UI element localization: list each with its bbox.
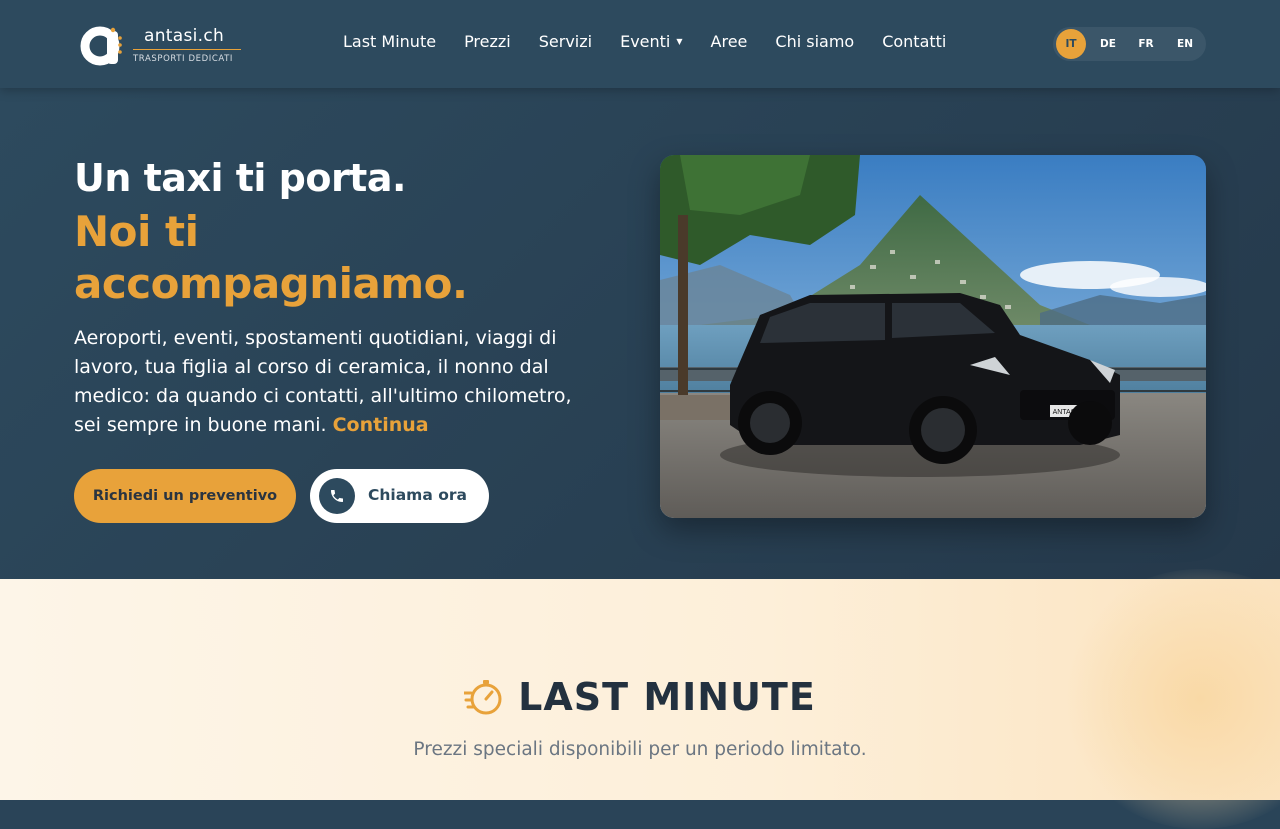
language-switcher: IT DE FR EN xyxy=(1053,27,1206,61)
nav-item-servizi[interactable]: Servizi xyxy=(539,30,592,52)
brand-logo[interactable]: antasi.ch TRASPORTI DEDICATI xyxy=(80,22,250,68)
request-quote-button[interactable]: Richiedi un preventivo xyxy=(74,469,296,523)
site-header: antasi.ch TRASPORTI DEDICATI Last Minute… xyxy=(0,0,1280,88)
continue-link[interactable]: Continua xyxy=(333,414,429,436)
nav-item-last-minute[interactable]: Last Minute xyxy=(343,30,436,52)
brand-tagline: TRASPORTI DEDICATI xyxy=(133,54,234,64)
last-minute-subtitle: Prezzi speciali disponibili per un perio… xyxy=(413,739,867,760)
lang-button-it[interactable]: IT xyxy=(1056,29,1086,59)
caret-down-icon: ▼ xyxy=(676,36,683,46)
hero-title: Un taxi ti porta. xyxy=(74,156,406,200)
phone-icon xyxy=(319,478,355,514)
nav-item-chi-siamo[interactable]: Chi siamo xyxy=(775,30,854,52)
nav-item-prezzi[interactable]: Prezzi xyxy=(464,30,511,52)
nav-item-eventi[interactable]: Eventi ▼ xyxy=(620,30,682,52)
brand-divider xyxy=(133,49,241,50)
nav-item-contatti[interactable]: Contatti xyxy=(882,30,946,52)
lang-button-fr[interactable]: FR xyxy=(1131,29,1161,59)
stopwatch-icon xyxy=(464,680,502,715)
lang-button-de[interactable]: DE xyxy=(1093,29,1123,59)
main-nav: Last Minute Prezzi Servizi Eventi ▼ Aree… xyxy=(343,30,974,52)
lang-button-en[interactable]: EN xyxy=(1170,29,1200,59)
last-minute-heading: LAST MINUTE xyxy=(0,675,1280,719)
hero-lead: Aeroporti, eventi, spostamenti quotidian… xyxy=(74,324,604,440)
call-now-button[interactable]: Chiama ora xyxy=(310,469,489,523)
hero-section: Un taxi ti porta. Noi ti accompagniamo. … xyxy=(0,88,1280,579)
nav-item-eventi-label: Eventi xyxy=(620,31,671,51)
hero-lead-text: Aeroporti, eventi, spostamenti quotidian… xyxy=(74,327,572,436)
call-now-label: Chiama ora xyxy=(368,486,467,504)
hero-title-highlight: Noi ti accompagniamo. xyxy=(74,207,468,308)
nav-item-aree[interactable]: Aree xyxy=(711,30,748,52)
hero-car-photo: ANTASI.CH xyxy=(660,155,1206,518)
logo-mark-icon xyxy=(80,26,122,66)
last-minute-section: LAST MINUTE Prezzi speciali disponibili … xyxy=(0,569,1280,829)
last-minute-title: LAST MINUTE xyxy=(518,675,816,719)
brand-name: antasi.ch xyxy=(144,26,225,46)
